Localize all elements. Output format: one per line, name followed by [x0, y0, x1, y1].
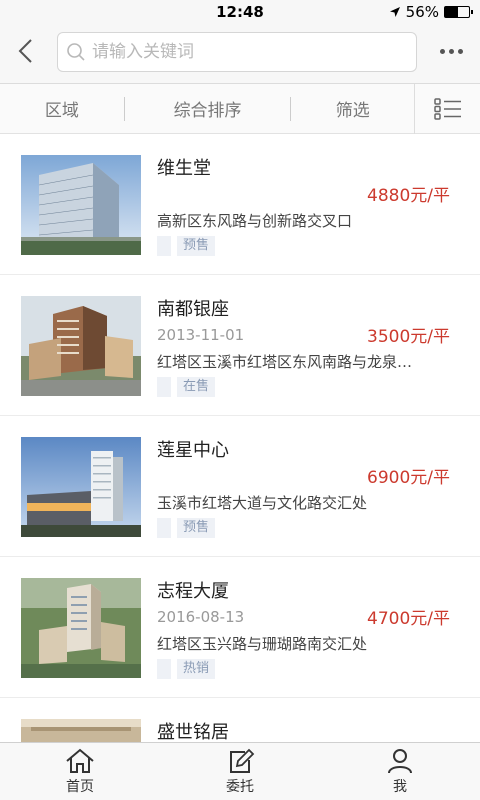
filter-sort[interactable]: 综合排序 — [125, 96, 291, 121]
listing-price: 4700元/平 — [367, 609, 450, 629]
dot-icon — [439, 48, 445, 54]
listing-tags: 热销 — [157, 659, 216, 679]
listing-item[interactable]: 莲星中心 6900元/平 玉溪市红塔大道与文化路交汇处 预售 — [0, 416, 480, 557]
listing-address: 红塔区玉溪市红塔区东风南路与龙泉… — [157, 353, 413, 371]
battery-icon — [444, 6, 473, 18]
listing-address: 红塔区玉兴路与珊瑚路南交汇处 — [157, 635, 368, 653]
listing-title: 志程大厦 — [157, 581, 229, 602]
location-arrow-icon — [389, 7, 400, 17]
listing-title: 莲星中心 — [157, 440, 229, 461]
filter-bar: 区域 综合排序 筛选 — [0, 83, 480, 134]
listing-title: 南都银座 — [157, 299, 229, 320]
listing-price: 6900元/平 — [367, 468, 450, 488]
tab-label: 委托 — [226, 779, 254, 795]
list-view-button[interactable] — [414, 83, 480, 134]
listing-photo — [21, 296, 141, 396]
filter-screen[interactable]: 筛选 — [291, 96, 414, 121]
user-icon — [388, 749, 412, 774]
status-badge: 在售 — [177, 377, 216, 397]
listing-item[interactable]: 维生堂 4880元/平 高新区东风路与创新路交叉口 预售 — [0, 134, 480, 275]
status-bar: 12:48 56% — [0, 0, 480, 24]
search-box[interactable] — [57, 32, 417, 72]
edit-icon — [230, 748, 255, 773]
listing-title: 维生堂 — [157, 158, 211, 179]
tab-label: 首页 — [66, 779, 94, 795]
listing-address: 高新区东风路与创新路交叉口 — [157, 212, 353, 230]
status-indicators: 56% — [389, 3, 473, 21]
status-badge: 预售 — [177, 518, 216, 538]
dot-icon — [457, 48, 463, 54]
listing-photo — [21, 578, 141, 678]
nav-bar — [0, 24, 480, 84]
listing-address: 玉溪市红塔大道与文化路交汇处 — [157, 494, 368, 512]
listing-date: 2013-11-01 — [157, 326, 245, 344]
tab-me[interactable]: 我 — [320, 743, 480, 800]
tab-label: 我 — [393, 779, 407, 795]
status-badge: 热销 — [177, 659, 216, 679]
battery-percent: 56% — [405, 3, 439, 21]
tag-placeholder — [157, 518, 171, 538]
battery-fill — [445, 7, 459, 17]
home-icon — [66, 748, 94, 773]
tab-bar: 首页 委托 我 — [0, 742, 480, 800]
filter-area[interactable]: 区域 — [0, 96, 124, 121]
more-options-button[interactable] — [436, 38, 466, 64]
search-input[interactable] — [92, 42, 392, 62]
listing-date: 2016-08-13 — [157, 608, 245, 626]
listing-price: 3500元/平 — [367, 327, 450, 347]
tab-home[interactable]: 首页 — [0, 743, 160, 800]
list-icon — [433, 97, 461, 120]
listing-tags: 预售 — [157, 518, 216, 538]
tag-placeholder — [157, 377, 171, 397]
listing-item[interactable]: 志程大厦 2016-08-13 4700元/平 红塔区玉兴路与珊瑚路南交汇处 热… — [0, 557, 480, 698]
listing-tags: 预售 — [157, 236, 216, 256]
search-icon — [67, 43, 85, 61]
dot-icon — [448, 48, 454, 54]
listing-list: 维生堂 4880元/平 高新区东风路与创新路交叉口 预售 南都银座 2013-1… — [0, 134, 480, 800]
tab-entrust[interactable]: 委托 — [160, 743, 320, 800]
listing-photo — [21, 155, 141, 255]
tag-placeholder — [157, 236, 171, 256]
listing-item[interactable]: 南都银座 2013-11-01 3500元/平 红塔区玉溪市红塔区东风南路与龙泉… — [0, 275, 480, 416]
listing-title: 盛世铭居 — [157, 722, 229, 743]
status-badge: 预售 — [177, 236, 216, 256]
listing-photo — [21, 437, 141, 537]
chevron-left-icon — [18, 39, 32, 63]
listing-price: 4880元/平 — [367, 186, 450, 206]
listing-tags: 在售 — [157, 377, 216, 397]
back-button[interactable] — [10, 36, 40, 66]
tag-placeholder — [157, 659, 171, 679]
